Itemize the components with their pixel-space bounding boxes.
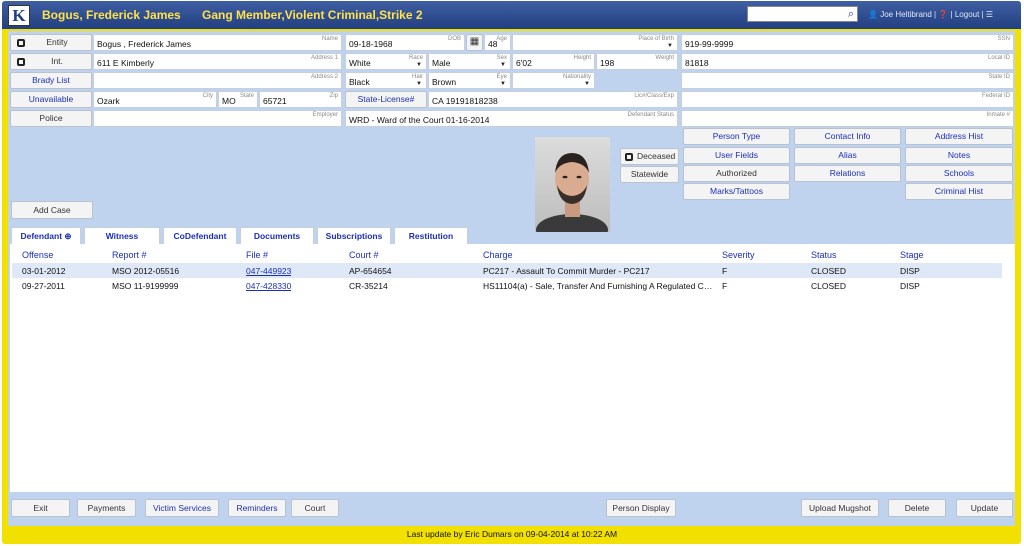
local-id-field[interactable]: 81818 Local ID	[681, 53, 1014, 70]
nationality-field[interactable]: Nationality ▼	[512, 72, 595, 89]
tab-witness[interactable]: Witness	[84, 227, 160, 244]
mugshot-photo	[535, 137, 610, 232]
table-row[interactable]: 03-01-2012 MSO 2012-05516 047-449923 AP-…	[12, 263, 1002, 278]
help-icon[interactable]: ❓	[938, 10, 948, 19]
add-case-button[interactable]: Add Case	[11, 201, 93, 219]
deceased-check[interactable]	[625, 152, 633, 161]
exit-button[interactable]: Exit	[11, 499, 70, 517]
license-field[interactable]: CA 19191818238 Lic#/Class/Exp	[428, 91, 678, 108]
age-field[interactable]: 48 Age	[484, 34, 511, 51]
dob-field[interactable]: 09-18-1968 DOB	[345, 34, 465, 51]
int-check[interactable]	[17, 58, 25, 66]
chevron-down-icon: ▼	[584, 81, 590, 87]
person-flags: Gang Member,Violent Criminal,Strike 2	[202, 8, 423, 22]
chevron-down-icon: ▼	[500, 62, 506, 68]
alias-button[interactable]: Alias	[794, 147, 901, 164]
entity-check[interactable]	[17, 39, 25, 47]
update-button[interactable]: Update	[956, 499, 1013, 517]
tab-subscriptions[interactable]: Subscriptions	[317, 227, 391, 244]
global-search[interactable]: ⌕	[747, 6, 858, 22]
col-status[interactable]: Status	[811, 250, 837, 260]
police-button[interactable]: Police	[10, 110, 92, 127]
address1-field[interactable]: 611 E Kimberly Address 1	[93, 53, 342, 70]
notes-button[interactable]: Notes	[905, 147, 1013, 164]
title-bar: K Bogus, Frederick James Gang Member,Vio…	[2, 1, 1021, 29]
height-field[interactable]: 6'02 Height	[512, 53, 595, 70]
col-severity[interactable]: Severity	[722, 250, 755, 260]
schools-button[interactable]: Schools	[905, 165, 1013, 182]
state-field[interactable]: MO State	[218, 91, 258, 108]
name-field[interactable]: Bogus , Frederick James Name	[93, 34, 342, 51]
chevron-down-icon: ▼	[500, 81, 506, 87]
payments-button[interactable]: Payments	[77, 499, 136, 517]
eye-field[interactable]: Brown Eye ▼	[428, 72, 511, 89]
tab-codefendant[interactable]: CoDefendant	[163, 227, 237, 244]
hair-field[interactable]: Black Hair ▼	[345, 72, 427, 89]
user-area: 👤 Joe Heltibrand | ❓ | Logout | ☰	[868, 10, 994, 19]
calendar-icon[interactable]: ▦	[466, 34, 483, 51]
file-link[interactable]: 047-449923	[246, 266, 291, 276]
col-court[interactable]: Court #	[349, 250, 379, 260]
race-field[interactable]: White Race ▼	[345, 53, 427, 70]
state-license-button[interactable]: State-License#	[345, 91, 427, 108]
chevron-down-icon: ▼	[416, 81, 422, 87]
user-name[interactable]: Joe Heltibrand	[880, 10, 932, 19]
tab-defendant[interactable]: Defendant ⊕	[11, 227, 81, 244]
brady-list-button[interactable]: Brady List	[10, 72, 92, 89]
marks-tattoos-button[interactable]: Marks/Tattoos	[683, 183, 790, 200]
status-bar: Last update by Eric Dumars on 09-04-2014…	[406, 529, 618, 539]
menu-icon[interactable]: ☰	[986, 10, 993, 19]
user-fields-button[interactable]: User Fields	[683, 147, 790, 164]
app-logo: K	[8, 5, 30, 26]
file-link[interactable]: 047-428330	[246, 281, 291, 291]
table-row[interactable]: 09-27-2011 MSO 11-9199999 047-428330 CR-…	[12, 278, 1002, 293]
col-stage[interactable]: Stage	[900, 250, 924, 260]
statewide-button[interactable]: Statewide	[620, 166, 679, 183]
person-silhouette-icon	[536, 153, 608, 232]
inmate-field[interactable]: Inmate #	[681, 110, 1014, 127]
defendant-status-field[interactable]: WRD - Ward of the Court 01-16-2014 Defend…	[345, 110, 678, 127]
person-name-title: Bogus, Frederick James	[42, 8, 181, 22]
victim-services-button[interactable]: Victim Services	[145, 499, 219, 517]
authorized-button[interactable]: Authorized	[683, 165, 790, 182]
reminders-button[interactable]: Reminders	[228, 499, 286, 517]
state-id-field[interactable]: State ID	[681, 72, 1014, 89]
tab-restitution[interactable]: Restitution	[394, 227, 468, 244]
deceased-checkbox[interactable]: Deceased	[620, 148, 679, 165]
person-type-button[interactable]: Person Type	[683, 128, 790, 145]
col-report[interactable]: Report #	[112, 250, 147, 260]
employer-field[interactable]: Employer	[93, 110, 342, 127]
col-charge[interactable]: Charge	[483, 250, 513, 260]
city-field[interactable]: Ozark City	[93, 91, 217, 108]
search-icon[interactable]: ⌕	[848, 8, 854, 21]
relations-button[interactable]: Relations	[794, 165, 901, 182]
tab-documents[interactable]: Documents	[240, 227, 314, 244]
criminal-hist-button[interactable]: Criminal Hist	[905, 183, 1013, 200]
col-offense[interactable]: Offense	[22, 250, 53, 260]
delete-button[interactable]: Delete	[888, 499, 946, 517]
contact-info-button[interactable]: Contact Info	[794, 128, 901, 145]
user-icon: 👤	[868, 10, 878, 19]
place-of-birth-field[interactable]: Place of Birth ▼	[512, 34, 678, 51]
chevron-down-icon: ▼	[667, 43, 673, 49]
logout-link[interactable]: Logout	[955, 10, 979, 19]
address2-field[interactable]: Address 2	[93, 72, 342, 89]
zip-field[interactable]: 65721 Zip	[259, 91, 342, 108]
court-button[interactable]: Court	[291, 499, 339, 517]
col-file[interactable]: File #	[246, 250, 268, 260]
unavailable-button[interactable]: Unavailable	[10, 91, 92, 108]
ssn-field[interactable]: 919-99-9999 SSN	[681, 34, 1014, 51]
weight-field[interactable]: 198 Weight	[596, 53, 678, 70]
person-display-button[interactable]: Person Display	[606, 499, 676, 517]
chevron-down-icon: ▼	[416, 62, 422, 68]
sex-field[interactable]: Male Sex ▼	[428, 53, 511, 70]
address-hist-button[interactable]: Address Hist	[905, 128, 1013, 145]
federal-id-field[interactable]: Federal ID	[681, 91, 1014, 108]
upload-mugshot-button[interactable]: Upload Mugshot	[801, 499, 879, 517]
magnify-icon[interactable]: ⊕	[64, 231, 71, 241]
entity-checkbox[interactable]: Entity	[10, 34, 92, 51]
int-checkbox[interactable]: Int.	[10, 53, 92, 70]
